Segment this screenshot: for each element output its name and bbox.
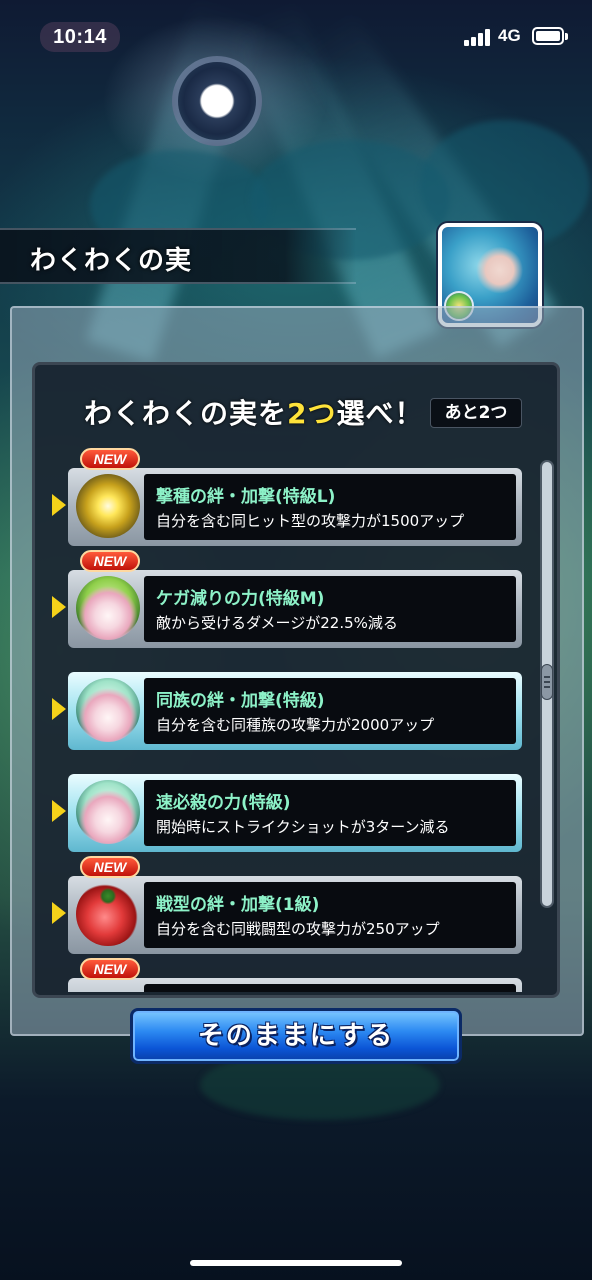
title-banner: わくわくの実 [0,228,356,284]
frost-fruit-icon [76,780,140,844]
fruit-card[interactable] [68,672,522,750]
fruit-option-3[interactable]: 同族の絆・加撃(特級) 自分を含む同種族の攻撃力が2000アップ [50,672,524,752]
panel-heading: わくわくの実を2つ選べ！ [84,392,424,432]
new-badge: NEW [80,856,140,878]
remaining-count: あと2つ [430,398,522,428]
signal-strength-icon [464,28,492,46]
fruit-name: 撃種の絆・加撃(特級L) [156,487,336,507]
fruit-name: 速必殺の力(特級) [156,793,291,813]
select-arrow-icon [52,596,66,618]
network-type: 4G [498,26,521,45]
frost-fruit-icon [76,678,140,742]
fruit-description: 開始時にストライクショットが3ターン減る [156,818,450,836]
leave-as-is-button[interactable]: そのままにする [130,1008,462,1064]
red-fruit-icon [76,882,140,946]
new-badge: NEW [80,550,140,572]
fruit-card[interactable] [68,774,522,852]
fruit-name: ケガ減りの力(特級M) [156,589,325,609]
fruit-card[interactable] [68,978,522,992]
fruit-description: 自分を含む同戦闘型の攻撃力が250アップ [156,920,440,938]
select-arrow-icon [52,800,66,822]
heading-prefix: わくわくの実を [84,397,288,430]
green-fruit-icon [76,576,140,640]
fruit-info-plate [144,984,516,992]
moon-icon [172,56,262,146]
battery-icon [532,27,568,45]
scroll-handle[interactable] [541,664,553,700]
status-time: 10:14 [40,22,120,52]
select-arrow-icon [52,494,66,516]
fruit-option-4[interactable]: 速必殺の力(特級) 開始時にストライクショットが3ターン減る [50,774,524,854]
fruit-name: 戦型の絆・加撃(1級) [156,895,320,915]
fruit-name: 同族の絆・加撃(特級) [156,691,325,711]
select-arrow-icon [52,902,66,924]
heading-highlight: 2つ [287,397,337,430]
heading-suffix: 選べ！ [336,397,424,430]
status-bar: 10:14 4G [0,0,592,70]
fruit-card[interactable] [68,468,522,546]
fruit-description: 敵から受けるダメージが22.5%減る [156,614,398,632]
leave-as-is-label: そのままにする [197,1021,395,1051]
page-title: わくわくの実 [30,246,193,276]
fruit-option-6-clip: NEW [0,940,592,992]
fruit-option-2[interactable]: NEW ケガ減りの力(特級M) 敵から受けるダメージが22.5%減る [50,550,524,650]
new-badge: NEW [80,958,140,980]
new-badge: NEW [80,448,140,470]
gold-fruit-icon [76,474,140,538]
fruit-description: 自分を含む同種族の攻撃力が2000アップ [156,716,435,734]
fruit-description: 自分を含む同ヒット型の攻撃力が1500アップ [156,512,465,530]
fruit-option-6[interactable]: NEW [50,958,524,992]
home-indicator[interactable] [190,1260,402,1266]
fruit-card[interactable] [68,570,522,648]
select-arrow-icon [52,698,66,720]
fruit-option-1[interactable]: NEW 撃種の絆・加撃(特級L) 自分を含む同ヒット型の攻撃力が1500アップ [50,448,524,548]
